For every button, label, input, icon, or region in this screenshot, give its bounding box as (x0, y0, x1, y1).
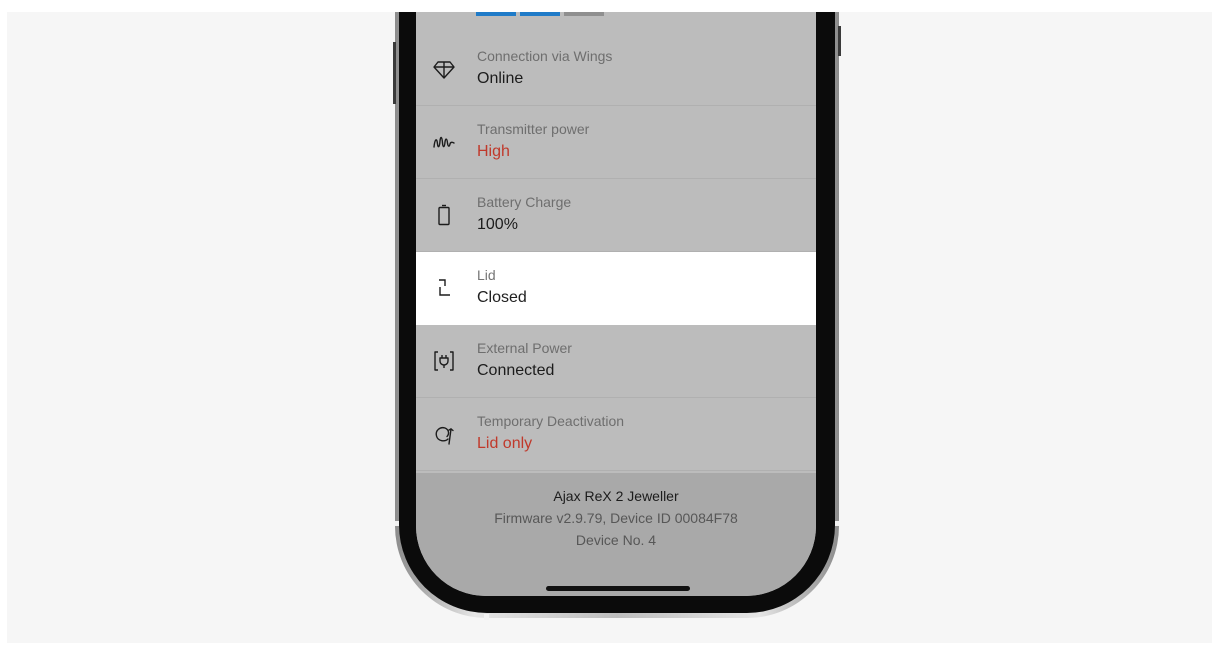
row-value: High (477, 143, 510, 160)
top-tab-strip (476, 12, 604, 16)
tab-indicator-1[interactable] (476, 12, 516, 16)
status-row-battery-charge[interactable]: Battery Charge 100% (416, 179, 816, 252)
phone-side-button-left (393, 42, 396, 104)
antenna-line-left (395, 521, 399, 526)
row-label: External Power (477, 340, 572, 356)
power-plug-icon (432, 349, 456, 373)
phone-side-button-right (838, 26, 841, 56)
device-name: Ajax ReX 2 Jeweller (553, 488, 679, 504)
antenna-line-bottom (484, 614, 489, 620)
device-footer: Ajax ReX 2 Jeweller Firmware v2.9.79, De… (416, 473, 816, 596)
antenna-line-right (835, 521, 839, 526)
phone-screen: Connection via Wings Online Transmitter … (416, 12, 816, 596)
tab-indicator-3[interactable] (564, 12, 604, 16)
row-value: Lid only (477, 435, 533, 452)
device-status-list: Connection via Wings Online Transmitter … (416, 33, 816, 471)
row-label: Battery Charge (477, 194, 572, 210)
deactivation-icon (432, 422, 456, 446)
status-row-transmitter-power[interactable]: Transmitter power High (416, 106, 816, 179)
status-row-external-power[interactable]: External Power Connected (416, 325, 816, 398)
row-value: 100% (477, 216, 518, 233)
row-label: Transmitter power (477, 121, 590, 137)
home-indicator[interactable] (546, 586, 690, 591)
lid-icon (432, 276, 456, 300)
status-row-connection-via-wings[interactable]: Connection via Wings Online (416, 33, 816, 106)
row-label: Temporary Deactivation (477, 413, 625, 429)
row-value: Online (477, 70, 524, 87)
status-row-temporary-deactivation[interactable]: Temporary Deactivation Lid only (416, 398, 816, 471)
tab-indicator-2[interactable] (520, 12, 560, 16)
row-label: Lid (477, 267, 496, 283)
page-background: Connection via Wings Online Transmitter … (7, 12, 1212, 643)
row-label: Connection via Wings (477, 48, 613, 64)
device-firmware-id: Firmware v2.9.79, Device ID 00084F78 (494, 510, 738, 526)
wings-diamond-icon (432, 57, 456, 81)
row-value: Closed (477, 289, 527, 306)
battery-icon (432, 203, 456, 227)
device-number: Device No. 4 (575, 532, 657, 548)
row-value: Connected (477, 362, 555, 379)
signal-wave-icon (432, 130, 456, 154)
status-row-lid[interactable]: Lid Closed (416, 252, 816, 325)
